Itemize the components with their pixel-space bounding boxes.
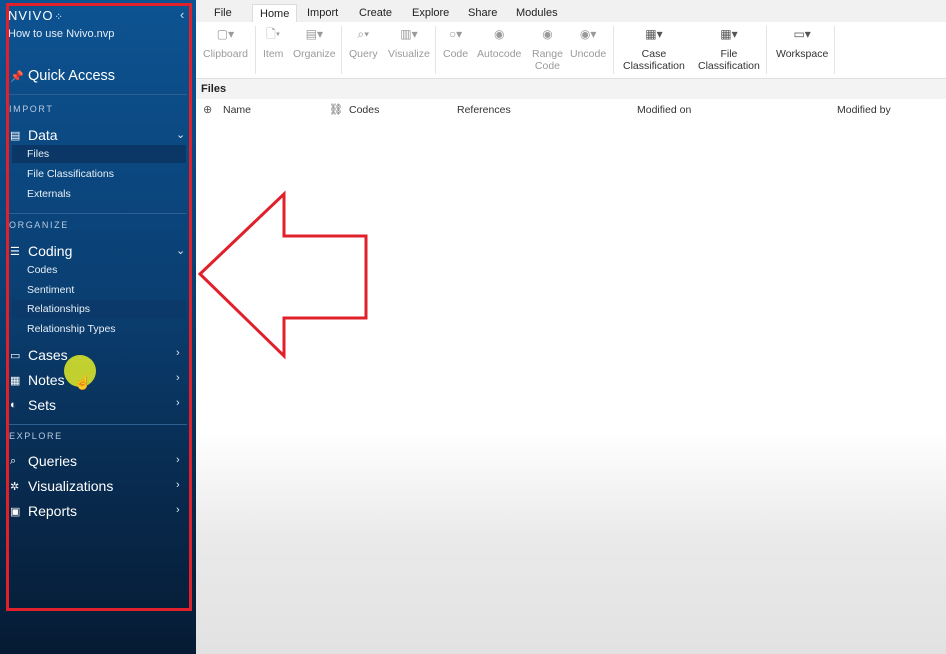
project-name: How to use Nvivo.nvp [8,28,115,40]
files-panel-title: Files [201,83,227,95]
menu-tab-bar: File Home Import Create Explore Share Mo… [196,0,946,23]
notes-icon: ▦ [10,374,21,387]
sets-icon: ◐ [10,399,17,411]
cases-icon: ▭ [10,349,21,362]
item-button[interactable]: 🗋▾ Item [263,28,283,60]
nav-relationships[interactable]: Relationships [12,300,186,318]
ribbon-separator [255,26,256,74]
range-code-icon: ◉ [542,27,553,41]
case-classification-icon: ▦▾ [645,27,663,41]
visualize-button[interactable]: ▥▾ Visualize [388,28,430,60]
nav-relationship-types[interactable]: Relationship Types [27,323,116,335]
tab-share[interactable]: Share [468,4,497,22]
pin-icon: 📌 [10,70,24,83]
add-column-icon[interactable]: ⊕ [203,103,212,116]
nav-data[interactable]: ▤ Data [10,127,58,143]
tab-modules[interactable]: Modules [516,4,558,22]
query-icon: ⌕▾ [357,27,370,41]
uncode-icon: ◉▾ [579,27,597,41]
chevron-right-icon[interactable]: › [176,347,180,359]
nav-file-classifications[interactable]: File Classifications [27,168,114,180]
organize-icon: ▤▾ [305,27,323,41]
file-classification-icon: ▦▾ [720,27,738,41]
database-icon: ▤ [10,129,21,142]
nav-coding[interactable]: ☰ Coding [10,243,72,259]
nav-notes[interactable]: ▦ Notes [10,372,65,388]
nvivo-logo: NVIVO⁘ [8,8,64,23]
chevron-down-icon[interactable]: ⌄ [176,128,185,141]
column-codes[interactable]: Codes [349,104,379,116]
divider [9,94,187,95]
file-classification-button[interactable]: ▦▾ File Classification [698,28,760,72]
divider [9,424,187,425]
tab-explore[interactable]: Explore [412,4,449,22]
ribbon-separator [435,26,436,74]
coding-icon: ☰ [10,245,20,258]
section-import: IMPORT [9,104,54,114]
range-code-button[interactable]: ◉ Range Code [532,28,563,72]
column-modified-by[interactable]: Modified by [837,104,891,116]
item-icon: 🗋▾ [266,27,281,41]
arrow-shape [197,190,368,360]
autocode-icon: ◉ [493,27,505,41]
reports-icon: ▣ [10,505,21,518]
ribbon-toolbar: ▢▾ Clipboard 🗋▾ Item ▤▾ Organize ⌕▾ Quer… [196,22,946,79]
query-button[interactable]: ⌕▾ Query [349,28,378,60]
search-icon: ⌕ [10,454,17,467]
nav-queries[interactable]: ⌕ Queries [10,453,77,469]
ribbon-separator [834,26,835,74]
case-classification-button[interactable]: ▦▾ Case Classification [623,28,685,72]
code-icon: ○▾ [448,27,463,41]
chevron-right-icon[interactable]: › [176,479,180,491]
tab-home[interactable]: Home [252,4,298,23]
annotation-arrow [197,190,368,360]
nav-cases[interactable]: ▭ Cases [10,347,68,363]
ribbon-separator [613,26,614,74]
chevron-down-icon[interactable]: ⌄ [176,244,185,257]
autocode-button[interactable]: ◉ Autocode [477,28,521,60]
organize-button[interactable]: ▤▾ Organize [293,28,336,60]
ribbon-separator [766,26,767,74]
uncode-button[interactable]: ◉▾ Uncode [570,28,606,60]
divider [9,213,187,214]
hand-cursor-icon: ☝ [74,374,92,390]
tab-file[interactable]: File [214,4,232,22]
column-modified-on[interactable]: Modified on [637,104,691,116]
workspace-button[interactable]: ▭▾ Workspace [776,28,828,60]
nav-visualizations[interactable]: ✲ Visualizations [10,478,113,494]
files-panel-header [196,79,946,99]
visualization-icon: ✲ [10,480,20,493]
workspace-icon: ▭▾ [793,27,811,41]
chevron-right-icon[interactable]: › [176,397,180,409]
chevron-right-icon[interactable]: › [176,454,180,466]
code-button[interactable]: ○▾ Code [443,28,468,60]
nav-quick-access[interactable]: 📌 Quick Access [10,68,115,84]
link-icon: ⛓ [329,104,343,116]
clipboard-button[interactable]: ▢▾ Clipboard [203,28,248,60]
nav-sentiment[interactable]: Sentiment [27,284,74,296]
ribbon-separator [341,26,342,74]
chevron-right-icon[interactable]: › [176,372,180,384]
visualize-icon: ▥▾ [400,27,418,41]
nav-files[interactable]: Files [12,145,186,163]
nav-codes[interactable]: Codes [27,264,57,276]
section-organize: ORGANIZE [9,220,69,230]
nav-reports[interactable]: ▣ Reports [10,503,77,519]
nav-sets[interactable]: ◐ Sets [10,397,56,413]
column-references[interactable]: References [457,104,511,116]
chevron-right-icon[interactable]: › [176,504,180,516]
tab-create[interactable]: Create [359,4,392,22]
section-explore: EXPLORE [9,431,63,441]
collapse-sidebar-icon[interactable]: ‹ [180,7,184,22]
column-name[interactable]: Name [223,104,251,116]
navigation-sidebar: NVIVO⁘ ‹ How to use Nvivo.nvp 📌 Quick Ac… [0,0,196,654]
tab-import[interactable]: Import [307,4,338,22]
clipboard-icon: ▢▾ [216,27,235,41]
nav-externals[interactable]: Externals [27,188,71,200]
